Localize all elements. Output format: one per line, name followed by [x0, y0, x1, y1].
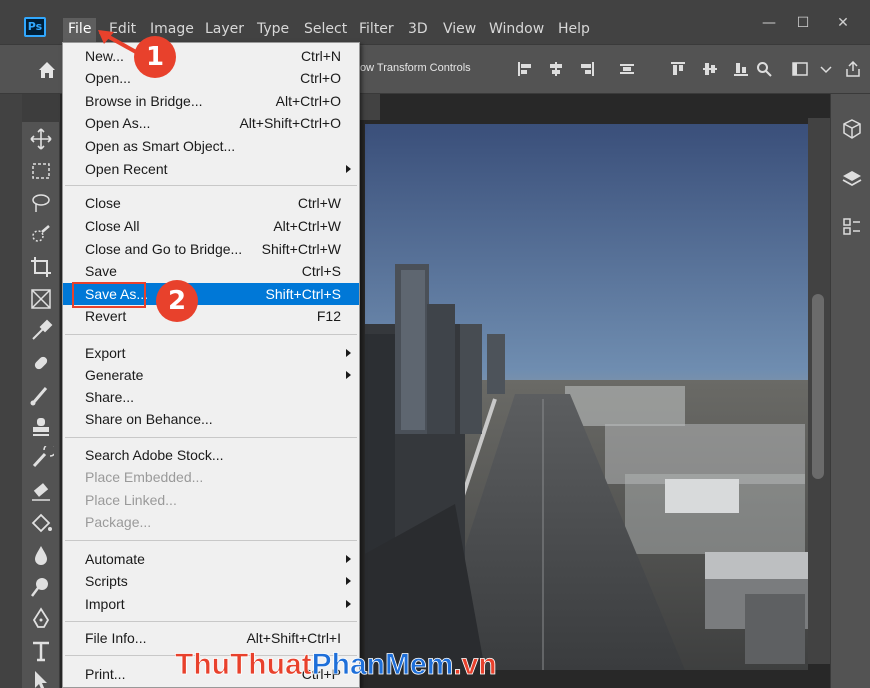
- menu-help[interactable]: Help: [553, 18, 595, 42]
- menu-item-package: Package...: [85, 514, 152, 530]
- blur-tool-icon[interactable]: [28, 542, 54, 568]
- menu-item-open-as-smart-object[interactable]: Open as Smart Object...: [63, 135, 359, 157]
- paint-bucket-tool-icon[interactable]: [28, 510, 54, 536]
- menu-separator: [65, 540, 357, 541]
- menu-item-scripts[interactable]: Scripts: [63, 570, 359, 592]
- menu-filter[interactable]: Filter: [354, 18, 399, 42]
- 3d-panel-icon[interactable]: [841, 118, 863, 140]
- menu-item-share-on-behance[interactable]: Share on Behance...: [63, 408, 359, 430]
- properties-icon[interactable]: [841, 216, 863, 238]
- close-button[interactable]: ✕: [826, 12, 860, 36]
- watermark-logo: ThuThuatPhanMem.vn: [175, 648, 498, 682]
- layers-icon[interactable]: [841, 168, 863, 190]
- menu-item-open-recent[interactable]: Open Recent: [63, 158, 359, 180]
- show-transform-controls-label[interactable]: ow Transform Controls: [360, 62, 471, 74]
- menu-item-open-as[interactable]: Open As... Alt+Shift+Ctrl+O: [63, 112, 359, 134]
- submenu-arrow-icon: [346, 371, 351, 379]
- menu-item-export[interactable]: Export: [63, 342, 359, 364]
- align-horizontal-centers-icon[interactable]: [548, 61, 564, 77]
- menu-separator: [65, 621, 357, 622]
- step-1-badge: 1: [134, 36, 176, 78]
- photoshop-logo[interactable]: Ps: [24, 17, 46, 37]
- menu-item-automate[interactable]: Automate: [63, 548, 359, 570]
- menu-separator: [65, 437, 357, 438]
- clone-stamp-tool-icon[interactable]: [28, 414, 54, 440]
- align-top-edges-icon[interactable]: [670, 61, 686, 77]
- tools-panel: [22, 94, 60, 688]
- menu-separator: [65, 334, 357, 335]
- pen-tool-icon[interactable]: [28, 606, 54, 632]
- left-panel-strip: [0, 94, 22, 688]
- watermark-part-3: .vn: [453, 648, 496, 681]
- distribute-icon[interactable]: [619, 61, 635, 77]
- file-menu-dropdown: New... Ctrl+N Open... Ctrl+O Browse in Bri…: [62, 42, 360, 688]
- search-icon[interactable]: [756, 61, 772, 77]
- save-as-highlight-box: [72, 282, 146, 308]
- menu-select[interactable]: Select: [299, 18, 352, 42]
- scrollbar-thumb[interactable]: [812, 294, 824, 479]
- menu-item-save[interactable]: Save Ctrl+S: [63, 260, 359, 282]
- document-tab[interactable]: [360, 94, 380, 120]
- menu-separator: [65, 185, 357, 186]
- right-panel-dock: [830, 94, 870, 688]
- menu-view[interactable]: View: [438, 18, 481, 42]
- submenu-arrow-icon: [346, 165, 351, 173]
- submenu-arrow-icon: [346, 555, 351, 563]
- watermark-part-1: ThuThuat: [175, 648, 312, 681]
- lasso-tool-icon[interactable]: [28, 190, 54, 216]
- align-left-edges-icon[interactable]: [517, 61, 533, 77]
- chevron-down-icon[interactable]: [818, 61, 834, 77]
- healing-brush-tool-icon[interactable]: [28, 350, 54, 376]
- menu-item-close-and-go-to-bridge[interactable]: Close and Go to Bridge... Shift+Ctrl+W: [63, 238, 359, 260]
- city-render-image: [365, 124, 808, 670]
- history-brush-tool-icon[interactable]: [28, 446, 54, 472]
- align-right-edges-icon[interactable]: [579, 61, 595, 77]
- type-tool-icon[interactable]: [28, 638, 54, 664]
- menu-item-place-linked: Place Linked...: [85, 492, 177, 508]
- align-vertical-centers-icon[interactable]: [702, 61, 718, 77]
- menu-item-open[interactable]: Open... Ctrl+O: [63, 67, 359, 89]
- quick-selection-tool-icon[interactable]: [28, 222, 54, 248]
- svg-text:ThuThuatPhanMem.vn: ThuThuatPhanMem.vn: [175, 648, 497, 681]
- menu-item-close[interactable]: Close Ctrl+W: [63, 192, 359, 214]
- dodge-tool-icon[interactable]: [28, 574, 54, 600]
- watermark-part-2: PhanMem: [312, 648, 454, 681]
- eyedropper-tool-icon[interactable]: [28, 318, 54, 344]
- menu-item-browse-in-bridge[interactable]: Browse in Bridge... Alt+Ctrl+O: [63, 90, 359, 112]
- toolbar-grip[interactable]: [22, 94, 60, 122]
- menu-item-place-embedded: Place Embedded...: [85, 469, 204, 485]
- menu-window[interactable]: Window: [484, 18, 549, 42]
- step-2-badge: 2: [156, 280, 198, 322]
- menu-item-import[interactable]: Import: [63, 593, 359, 615]
- menu-layer[interactable]: Layer: [200, 18, 249, 42]
- vertical-scrollbar[interactable]: [808, 118, 830, 664]
- submenu-arrow-icon: [346, 577, 351, 585]
- menu-item-search-adobe-stock[interactable]: Search Adobe Stock...: [63, 444, 359, 466]
- brush-tool-icon[interactable]: [28, 382, 54, 408]
- frame-tool-icon[interactable]: [28, 286, 54, 312]
- menu-item-generate[interactable]: Generate: [63, 364, 359, 386]
- move-tool-icon[interactable]: [28, 126, 54, 152]
- share-icon[interactable]: [845, 61, 861, 77]
- maximize-button[interactable]: ☐: [786, 12, 820, 36]
- menu-item-close-all[interactable]: Close All Alt+Ctrl+W: [63, 215, 359, 237]
- submenu-arrow-icon: [346, 600, 351, 608]
- crop-tool-icon[interactable]: [28, 254, 54, 280]
- eraser-tool-icon[interactable]: [28, 478, 54, 504]
- submenu-arrow-icon: [346, 349, 351, 357]
- menu-item-share[interactable]: Share...: [63, 386, 359, 408]
- workspace-icon[interactable]: [792, 61, 808, 77]
- home-icon[interactable]: [36, 59, 58, 81]
- menu-3d[interactable]: 3D: [403, 18, 433, 42]
- marquee-tool-icon[interactable]: [28, 158, 54, 184]
- menu-type[interactable]: Type: [252, 18, 294, 42]
- path-selection-tool-icon[interactable]: [28, 668, 54, 688]
- align-bottom-edges-icon[interactable]: [733, 61, 749, 77]
- watermark: ThuThuatPhanMem.vn: [175, 642, 515, 682]
- menu-item-revert[interactable]: Revert F12: [63, 305, 359, 327]
- menu-file[interactable]: File: [63, 18, 97, 42]
- minimize-button[interactable]: —: [752, 12, 786, 36]
